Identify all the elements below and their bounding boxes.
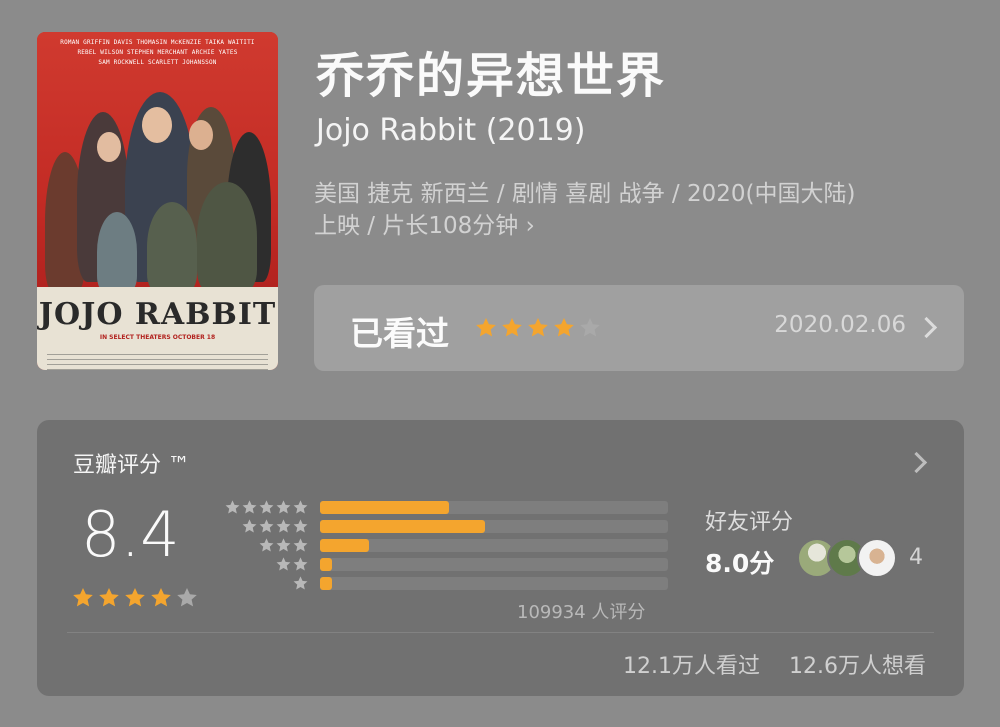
rating-bar-track [320,539,668,552]
poster-tagline: IN SELECT THEATERS OCTOBER 18 [99,334,216,341]
rating-bar-track [320,558,668,571]
poster-credit-line: ROMAN GRIFFIN DAVIS THOMASIN McKENZIE TA… [60,39,255,46]
movie-title-cn: 乔乔的异想世界 [316,48,667,104]
movie-title-en: Jojo Rabbit (2019) [316,113,586,148]
star-filled-icon [125,588,145,607]
star-icon [242,519,257,533]
chevron-right-icon [915,316,938,339]
star-empty-icon [580,318,600,337]
douban-rating-header: 豆瓣评分 ™ [73,453,190,478]
douban-score: 8.4 [81,498,180,571]
movie-poster[interactable]: ROMAN GRIFFIN DAVIS THOMASIN McKENZIE TA… [37,32,278,370]
friends-rating-score: 8.0分 [705,549,775,578]
meta-line: 上映 / 片长108分钟 › [314,213,535,239]
rating-distribution [223,498,673,593]
rating-row-stars [292,575,309,592]
movie-meta[interactable]: 美国 捷克 新西兰 / 剧情 喜剧 战争 / 2020(中国大陆) 上映 / 片… [314,178,954,242]
watched-label: 已看过 [350,314,449,353]
rating-row-stars [258,537,309,554]
user-rating-stars [474,316,602,340]
rating-row-3 [223,536,673,555]
rating-row-stars [224,499,309,516]
star-filled-icon [73,588,93,607]
star-icon [259,519,274,533]
rating-row-stars [275,556,309,573]
rating-bar-fill [320,558,333,571]
rating-bar-fill [320,577,333,590]
star-filled-icon [502,318,522,337]
rating-count: 109934 人评分 [517,602,646,623]
star-icon [293,519,308,533]
star-filled-icon [476,318,496,337]
rating-row-1 [223,574,673,593]
star-icon [293,538,308,552]
rating-row-stars [241,518,309,535]
rating-bar-track [320,577,668,590]
rating-bar-track [320,501,668,514]
star-filled-icon [554,318,574,337]
star-filled-icon [528,318,548,337]
poster-credit-line: REBEL WILSON STEPHEN MERCHANT ARCHIE YAT… [77,49,238,56]
star-icon [276,500,291,514]
star-icon [293,576,308,590]
watched-card[interactable]: 已看过 2020.02.06 [314,285,964,371]
rating-bar-fill [320,501,449,514]
star-icon [259,538,274,552]
friends-count: 4 [909,545,923,570]
friends-rating-label: 好友评分 [705,510,794,535]
douban-rating-panel: 豆瓣评分 ™ 8.4 109934 人评分 好友评分 8.0分 4 12.1万人… [37,420,964,696]
rating-bar-fill [320,520,486,533]
star-filled-icon [151,588,171,607]
friends-avatars[interactable] [797,538,897,578]
poster-figures [37,72,278,302]
star-filled-icon [99,588,119,607]
audience-stats: 12.1万人看过 12.6万人想看 [623,648,926,680]
star-icon [276,557,291,571]
watched-date: 2020.02.06 [774,312,906,338]
watched-count[interactable]: 12.1万人看过 [623,654,760,679]
star-empty-icon [177,588,197,607]
poster-title: JOJO RABBIT [38,297,277,332]
poster-credit-line: SAM ROCKWELL SCARLETT JOHANSSON [98,59,217,66]
star-icon [259,500,274,514]
rating-row-4 [223,517,673,536]
star-icon [276,538,291,552]
star-icon [276,519,291,533]
star-icon [293,500,308,514]
meta-line: 美国 捷克 新西兰 / 剧情 喜剧 战争 / 2020(中国大陆) [314,181,856,207]
star-icon [225,500,240,514]
poster-credits: ROMAN GRIFFIN DAVIS THOMASIN McKENZIE TA… [45,38,270,68]
star-icon [293,557,308,571]
star-icon [242,500,257,514]
poster-fine-print [47,350,268,370]
rating-bar-track [320,520,668,533]
chevron-right-icon[interactable] [905,451,928,474]
rating-row-5 [223,498,673,517]
rating-row-2 [223,555,673,574]
avatar[interactable] [857,538,897,578]
want-count[interactable]: 12.6万人想看 [789,654,926,679]
rating-bar-fill [320,539,369,552]
divider [67,632,934,633]
douban-score-stars [71,586,199,610]
